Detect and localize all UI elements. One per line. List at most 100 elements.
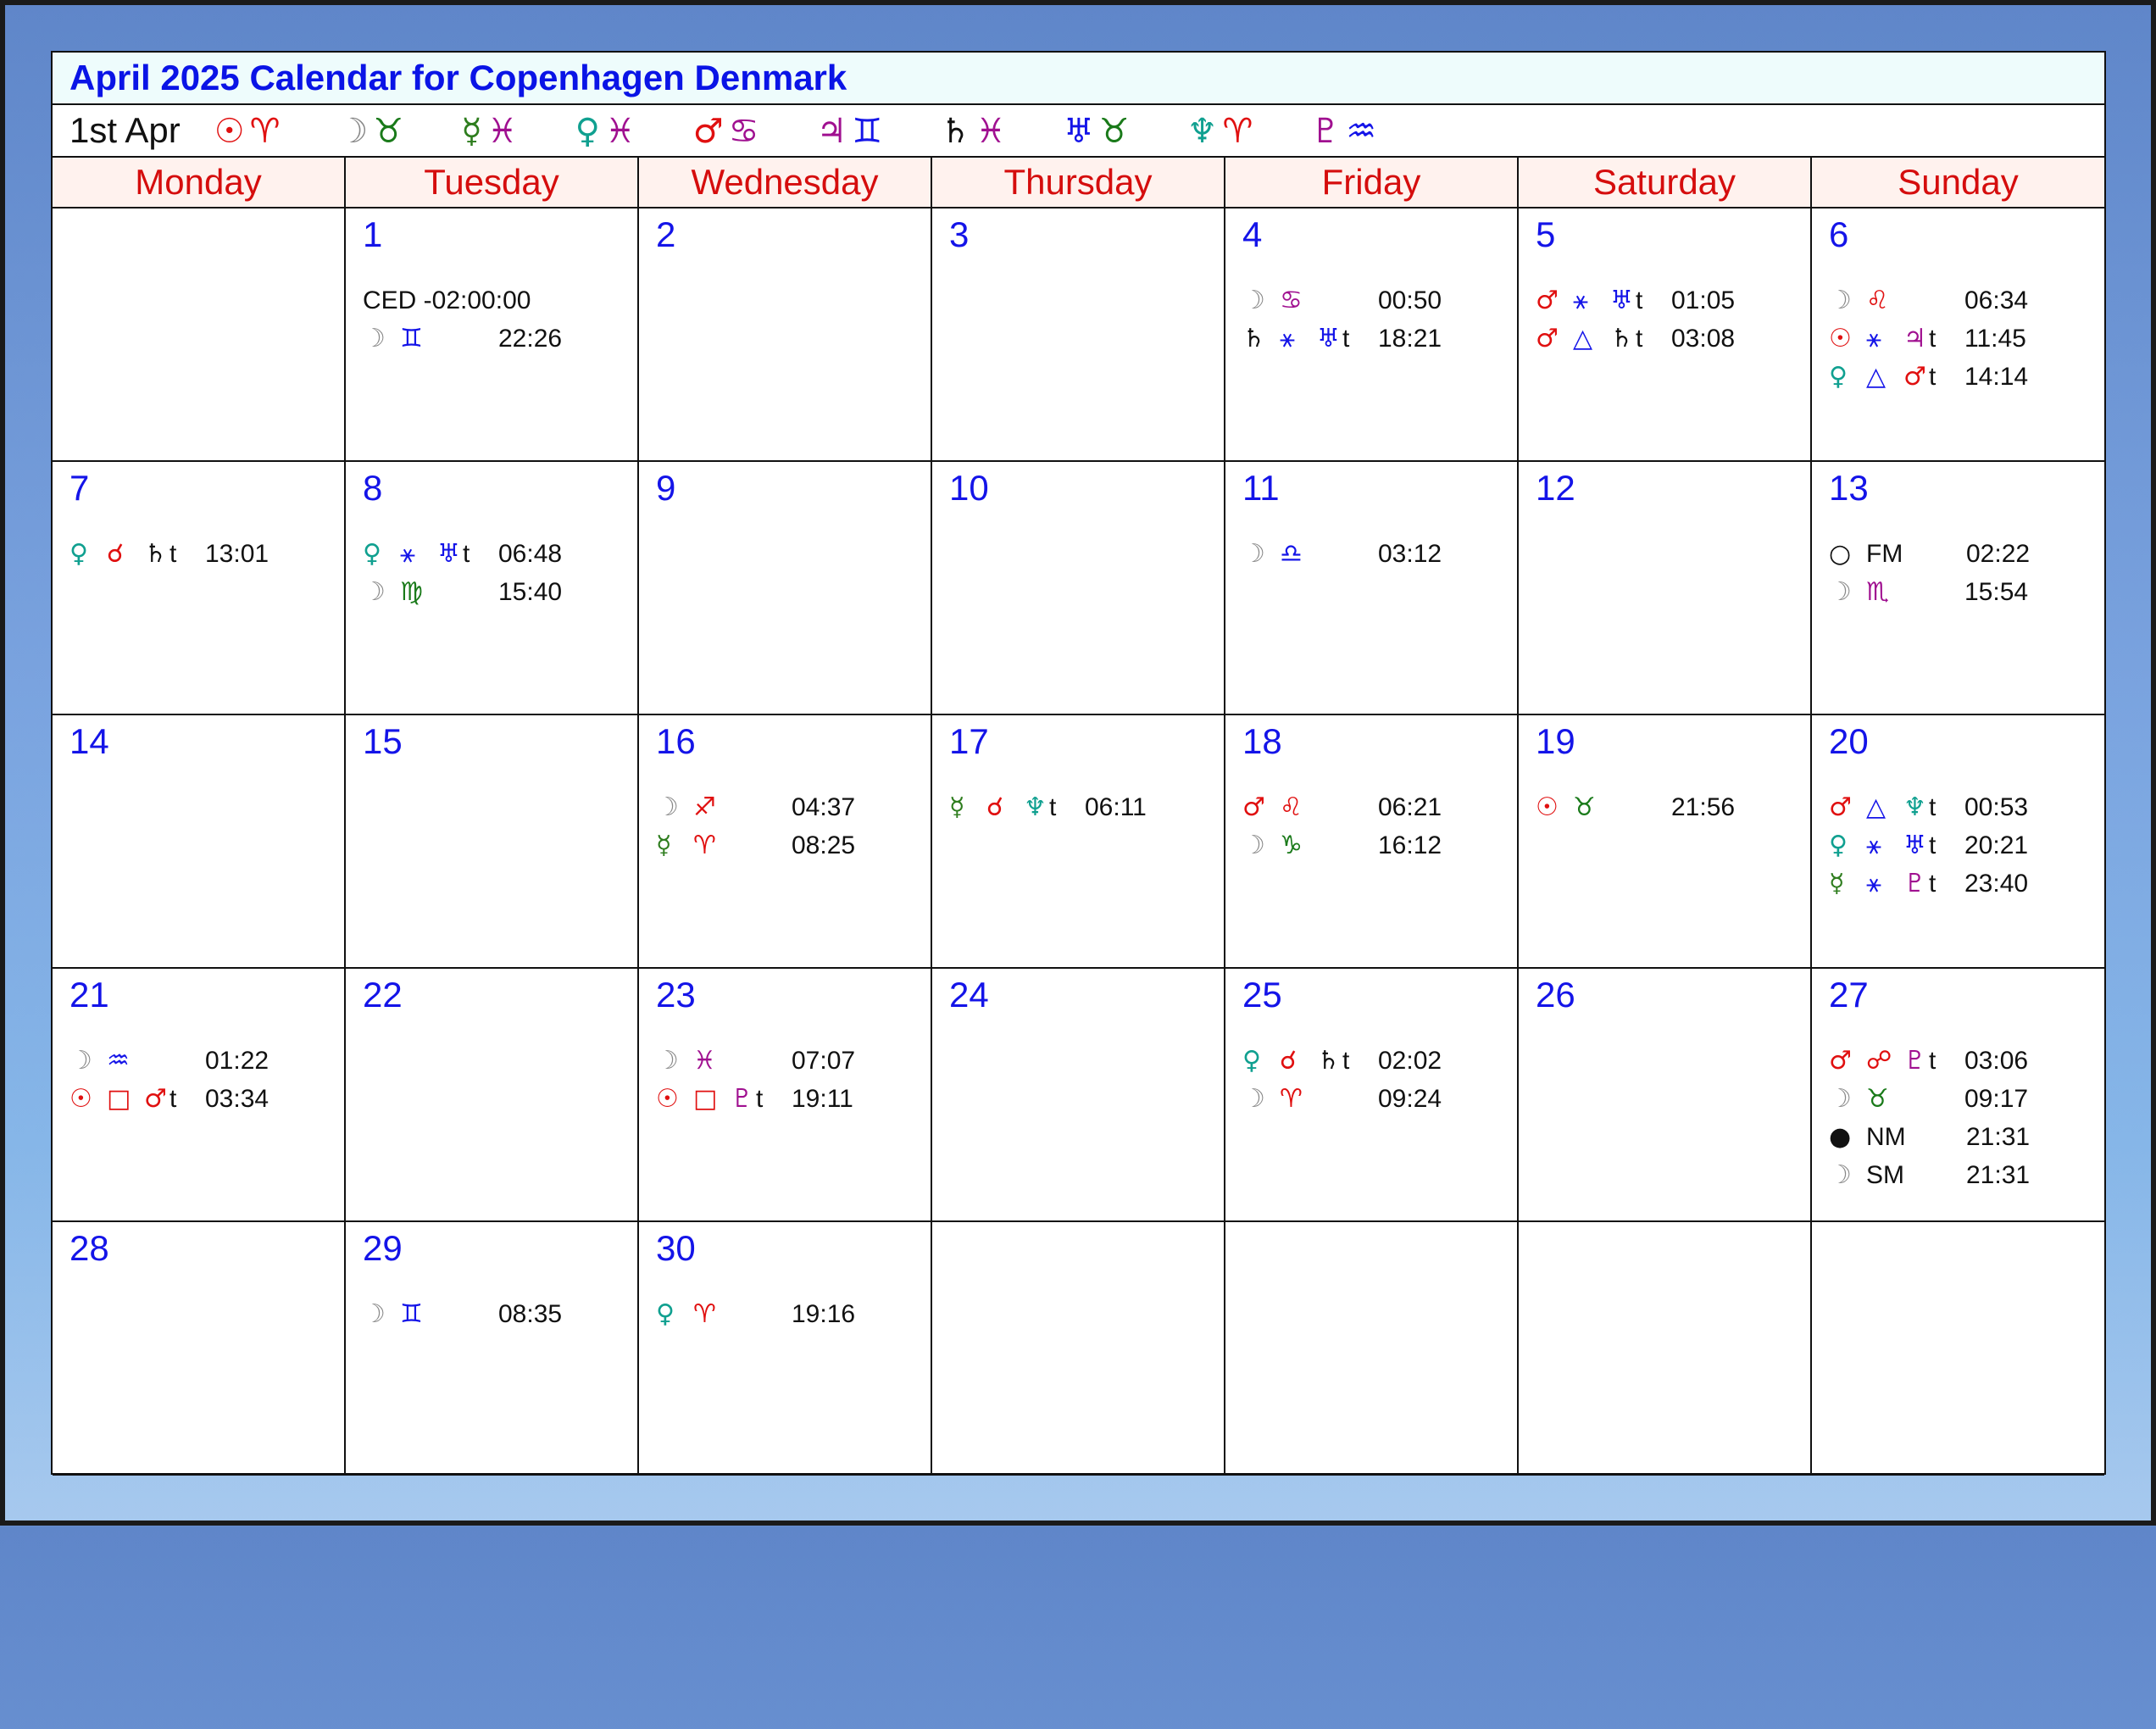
day-cell[interactable]: 1 CED -02:00:00 ☽ ♊ 22:26 (346, 208, 639, 462)
aspect-or-sign-icon: ♈ (693, 1299, 716, 1329)
event-time: 20:21 (1964, 831, 2029, 859)
day-cell[interactable]: 9 (639, 462, 932, 715)
day-cell[interactable] (53, 208, 346, 462)
day-cell[interactable] (1812, 1222, 2104, 1476)
day-cell[interactable]: 12 (1519, 462, 1812, 715)
day-cell[interactable]: 27 ♂ ☍ ♇ t 03:06 ☽ ♉ 09:17 ● NM 21:31 ☽ SM 21:31 (1812, 969, 2104, 1222)
day-cell[interactable] (1225, 1222, 1519, 1476)
day-cell[interactable]: 10 (932, 462, 1225, 715)
day-number: 8 (363, 468, 383, 508)
planet-position-item: ♃ ♊ (816, 112, 887, 151)
day-cell[interactable]: 25 ♀ ☌ ♄ t 02:02 ☽ ♈ 09:24 (1225, 969, 1519, 1222)
day-cell[interactable]: 17 ☿ ☌ ♆ t 06:11 (932, 715, 1225, 969)
day-cell[interactable]: 4 ☽ ♋ 00:50 ♄ ⚹ ♅ t 18:21 (1225, 208, 1519, 462)
event-time: 11:45 (1964, 324, 2026, 353)
body-glyph-icon: ♄ (1242, 324, 1265, 353)
day-number: 29 (363, 1228, 403, 1268)
event-list: ☽ ♊ 08:35 (363, 1295, 637, 1333)
event-list: ♀ ⚹ ♅ t 06:48 ☽ ♍ 15:40 (363, 535, 637, 611)
body-glyph-icon: ☽ (363, 577, 386, 607)
day-cell[interactable]: 3 (932, 208, 1225, 462)
planet-glyph-icon: ☉ (214, 112, 245, 151)
aspect-or-sign-icon: ♌ (1280, 792, 1303, 822)
body-glyph-icon: ♂ (1536, 286, 1559, 315)
day-cell[interactable] (932, 1222, 1225, 1476)
event-list: ♀ ☌ ♄ t 13:01 (69, 535, 344, 573)
day-number: 22 (363, 975, 403, 1015)
aspect-or-sign-icon: ♏ (1866, 577, 1889, 607)
event-time: 06:11 (1085, 792, 1147, 821)
day-number: 20 (1829, 721, 1869, 761)
event-time: 21:31 (1966, 1160, 2031, 1189)
day-cell[interactable]: 15 (346, 715, 639, 969)
day-cell[interactable]: 30 ♀ ♈ 19:16 (639, 1222, 932, 1476)
target-body-icon: ♃ (1903, 324, 1926, 353)
aspect-or-sign-icon: △ (1573, 324, 1593, 353)
aspect-or-sign-icon: ♎ (1280, 539, 1303, 569)
event-time: 13:01 (205, 539, 270, 568)
day-cell[interactable]: 21 ☽ ♒ 01:22 ☉ □ ♂ t 03:34 (53, 969, 346, 1222)
event-time: 02:02 (1378, 1046, 1442, 1075)
day-number: 17 (949, 721, 989, 761)
day-cell[interactable]: 26 (1519, 969, 1812, 1222)
event-time: 04:37 (792, 792, 856, 821)
day-cell[interactable]: 18 ♂ ♌ 06:21 ☽ ♑ 16:12 (1225, 715, 1519, 969)
day-cell[interactable]: 6 ☽ ♌ 06:34 ☉ ⚹ ♃ t 11:45 ♀ △ ♂ t 14:14 (1812, 208, 2104, 462)
body-glyph-icon: ☽ (363, 324, 386, 353)
event-row: ☽ ♒ 01:22 (69, 1042, 344, 1080)
planet-glyph-icon: ☿ (461, 112, 482, 151)
event-row: ☉ □ ♇ t 19:11 (656, 1080, 931, 1118)
event-list: ○ FM 02:22 ☽ ♏ 15:54 (1829, 535, 2104, 611)
day-cell[interactable]: 20 ♂ △ ♆ t 00:53 ♀ ⚹ ♅ t 20:21 ☿ ⚹ ♇ t 23:40 (1812, 715, 2104, 969)
day-number: 26 (1536, 975, 1575, 1015)
event-time: 18:21 (1378, 324, 1442, 353)
day-cell[interactable]: 5 ♂ ⚹ ♅ t 01:05 ♂ △ ♄ t 03:08 (1519, 208, 1812, 462)
body-glyph-icon: ☽ (656, 1046, 679, 1076)
planet-glyph-icon: ☽ (337, 112, 369, 151)
day-cell[interactable]: 7 ♀ ☌ ♄ t 13:01 (53, 462, 346, 715)
day-cell[interactable]: 2 (639, 208, 932, 462)
transit-marker: t (1049, 792, 1057, 821)
day-number: 30 (656, 1228, 696, 1268)
day-cell[interactable]: 14 (53, 715, 346, 969)
body-glyph-icon: ♂ (1536, 324, 1559, 353)
event-time: 03:34 (205, 1084, 270, 1113)
event-list: ♂ ⚹ ♅ t 01:05 ♂ △ ♄ t 03:08 (1536, 281, 1810, 358)
event-row: ☽ ♎ 03:12 (1242, 535, 1517, 573)
event-list: ☿ ☌ ♆ t 06:11 (949, 788, 1224, 826)
event-row: ● NM 21:31 (1829, 1118, 2104, 1156)
day-number: 13 (1829, 468, 1869, 508)
weekday-header-tuesday: Tuesday (346, 158, 639, 208)
aspect-or-sign-icon: ♑ (1280, 831, 1303, 860)
body-glyph-icon: ○ (1829, 539, 1852, 569)
day-cell[interactable]: 13 ○ FM 02:22 ☽ ♏ 15:54 (1812, 462, 2104, 715)
body-glyph-icon: ♀ (656, 1299, 675, 1329)
transit-marker: t (1636, 324, 1643, 353)
aspect-or-sign-icon: ♒ (107, 1046, 130, 1076)
day-cell[interactable]: 28 (53, 1222, 346, 1476)
day-cell[interactable]: 11 ☽ ♎ 03:12 (1225, 462, 1519, 715)
transit-marker: t (1929, 324, 1937, 353)
calendar-sheet: April 2025 Calendar for Copenhagen Denma… (51, 51, 2106, 1476)
body-glyph-icon: ☽ (1829, 286, 1852, 315)
timezone-note: CED -02:00:00 (363, 286, 531, 314)
day-cell[interactable]: 22 (346, 969, 639, 1222)
planet-glyph-icon: ♅ (1063, 112, 1094, 151)
aspect-or-sign-icon: △ (1866, 362, 1886, 392)
event-list: ☽ ♐ 04:37 ☿ ♈ 08:25 (656, 788, 931, 864)
day-cell[interactable]: 19 ☉ ♉ 21:56 (1519, 715, 1812, 969)
day-cell[interactable]: 23 ☽ ♓ 07:07 ☉ □ ♇ t 19:11 (639, 969, 932, 1222)
target-body-icon: ♆ (1903, 792, 1926, 822)
body-glyph-icon: ☽ (1829, 1084, 1852, 1114)
body-glyph-icon: ☽ (656, 792, 679, 822)
day-cell[interactable]: 24 (932, 969, 1225, 1222)
day-cell[interactable] (1519, 1222, 1812, 1476)
day-number: 16 (656, 721, 696, 761)
target-body-icon: ♆ (1024, 792, 1047, 822)
event-row: ☽ ♑ 16:12 (1242, 826, 1517, 864)
event-time: 15:40 (498, 577, 563, 606)
day-cell[interactable]: 29 ☽ ♊ 08:35 (346, 1222, 639, 1476)
day-cell[interactable]: 8 ♀ ⚹ ♅ t 06:48 ☽ ♍ 15:40 (346, 462, 639, 715)
day-cell[interactable]: 16 ☽ ♐ 04:37 ☿ ♈ 08:25 (639, 715, 932, 969)
event-time: 06:48 (498, 539, 563, 568)
